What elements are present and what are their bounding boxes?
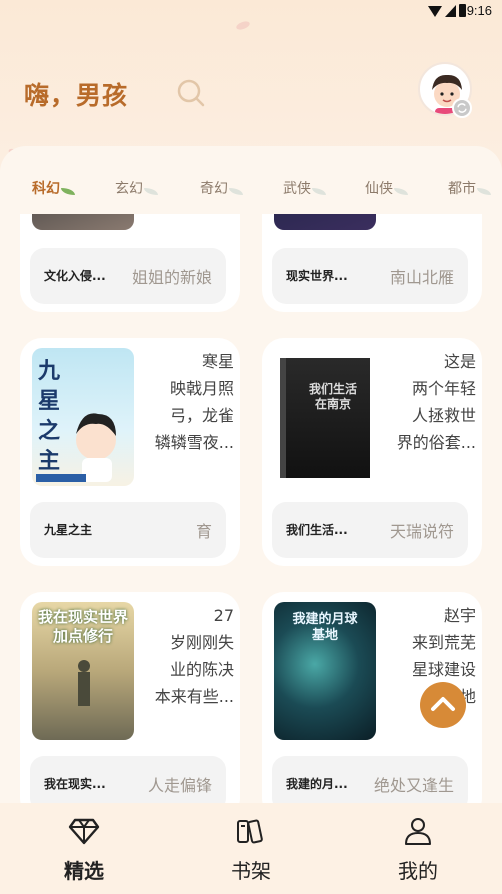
status-bar: 9:16 [0,0,502,24]
book-cover [274,214,376,230]
switch-account-icon[interactable] [452,98,472,118]
cover-title: 我建的月球基地 [292,612,358,643]
book-author: 育 [195,522,212,541]
book-cover: 我建的月球基地 [274,602,376,740]
user-icon [405,818,431,845]
book-card[interactable]: 我们生活在南京 这是 两个年轻 人拯救世 界的俗套... 我们生活... 天瑞说… [262,338,482,566]
book-title: 现实世界... [286,269,348,283]
leaf-icon [229,188,243,195]
book-cover: 九星之主 [32,348,134,486]
nav-label: 书架 [231,859,271,883]
clock: 9:16 [466,3,492,18]
book-description: 27 岁刚刚失 业的陈决 本来有些... [154,606,234,706]
battery-icon [459,4,466,17]
book-description: 寒星 映戟月照 弓，龙雀 辚辚雪夜... [154,352,234,452]
book-card[interactable]: 九星之主 寒星 映戟月照 弓，龙雀 辚辚雪夜... 九星之主 育 [20,338,240,566]
tab-category[interactable]: 科幻 [32,178,75,198]
diamond-icon [68,818,100,845]
book-cover: 我在现实世界加点修行 [32,602,134,740]
nav-label: 我的 [398,859,438,883]
book-cover [32,214,134,230]
tab-category[interactable]: 奇幻 [200,178,243,198]
book-title: 我建的月... [286,777,348,791]
greeting-title: 嗨，男孩 [24,81,129,110]
leaf-icon [394,188,408,195]
bottom-navigation: 精选 书架 我的 [0,803,502,894]
leaf-icon [61,188,75,195]
nav-label: 精选 [64,859,104,883]
book-meta: 现实世界... 南山北雁 [272,248,468,304]
book-cover: 我们生活在南京 [274,348,376,486]
book-card[interactable]: 现实世界... 南山北雁 [262,214,482,312]
book-meta: 我建的月... 绝处又逢生 [272,756,468,803]
signal-icon [445,5,456,17]
book-card[interactable]: 我在现实世界加点修行 27 岁刚刚失 业的陈决 本来有些... 我在现实... … [20,592,240,803]
search-icon[interactable] [176,78,206,108]
book-author: 人走偏锋 [147,776,212,795]
book-author: 姐姐的新娘 [131,268,212,287]
tab-category[interactable]: 仙侠 [365,178,408,198]
leaf-icon [312,188,326,195]
book-card[interactable]: 文化入侵... 姐姐的新娘 [20,214,240,312]
book-meta: 九星之主 育 [30,502,226,558]
cover-title: 九星之主 [38,358,61,474]
book-description: 这是 两个年轻 人拯救世 界的俗套... [396,352,476,452]
book-title: 文化入侵... [44,269,106,283]
tab-category[interactable]: 玄幻 [115,178,158,198]
cover-title: 我们生活在南京 [308,382,357,411]
leaf-icon [144,188,158,195]
book-meta: 我们生活... 天瑞说符 [272,502,468,558]
leaf-icon [477,188,491,195]
cover-title: 我在现实世界加点修行 [37,608,128,645]
tab-category[interactable]: 都市 [448,178,491,198]
scroll-to-top-button[interactable] [420,682,466,728]
category-tabs: 科幻 玄幻 奇幻 武侠 仙侠 都市 [0,178,502,208]
book-title: 九星之主 [44,523,93,537]
tab-category[interactable]: 武侠 [283,178,326,198]
bookshelf-icon [237,819,263,844]
chevron-up-icon [431,697,455,711]
book-author: 南山北雁 [389,268,454,287]
wifi-icon [428,6,442,17]
book-cover-art [280,358,370,478]
book-title: 我在现实... [44,777,106,791]
book-meta: 文化入侵... 姐姐的新娘 [30,248,226,304]
book-author: 天瑞说符 [389,522,454,541]
book-author: 绝处又逢生 [373,776,454,795]
book-title: 我们生活... [286,523,348,537]
book-meta: 我在现实... 人走偏锋 [30,756,226,803]
